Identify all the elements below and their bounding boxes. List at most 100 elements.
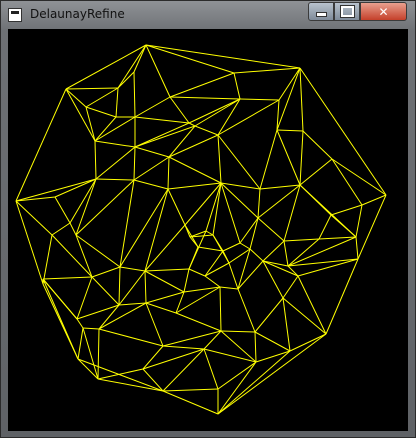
mesh-edge: [119, 188, 169, 268]
mesh-edge: [144, 270, 185, 293]
mesh-edge: [42, 234, 53, 285]
mesh-edge: [133, 146, 136, 181]
mesh-edge: [133, 179, 169, 190]
mesh-edge: [276, 67, 301, 131]
mesh-edge: [162, 330, 222, 347]
mesh-edge: [82, 327, 100, 330]
maximize-button[interactable]: [334, 2, 360, 21]
mesh-edge: [287, 238, 320, 267]
mesh-edge: [283, 240, 289, 267]
mesh-edge: [95, 146, 136, 180]
mesh-edge: [331, 158, 363, 206]
maximize-icon: [340, 6, 354, 17]
mesh-edge: [257, 184, 301, 219]
mesh-edge: [299, 184, 357, 238]
title-bar[interactable]: DelaunayRefine ✕: [1, 1, 415, 29]
close-icon: ✕: [378, 4, 389, 19]
mesh-edge: [297, 275, 327, 335]
app-window: DelaunayRefine ✕: [0, 0, 416, 438]
mesh-edge: [162, 390, 219, 415]
mesh-edge: [145, 302, 177, 314]
mesh-edge: [134, 96, 171, 118]
minimize-button[interactable]: [308, 2, 334, 21]
mesh-edge: [168, 156, 222, 184]
mesh-edge: [287, 265, 299, 277]
mesh-edge: [94, 140, 136, 148]
mesh-edge: [217, 134, 261, 190]
mesh-edge: [197, 246, 224, 252]
app-window-icon[interactable]: [8, 8, 22, 22]
mesh-edge: [183, 286, 221, 293]
mesh-edge: [119, 266, 146, 272]
mesh-edge: [217, 134, 222, 184]
mesh-edge: [169, 72, 235, 98]
mesh-edge: [282, 297, 291, 352]
mesh-edge: [91, 276, 120, 306]
mesh-edge: [85, 87, 119, 108]
mesh-edge: [94, 116, 136, 142]
mesh-edge: [94, 140, 97, 180]
mesh-edge: [98, 302, 147, 330]
mesh-edge: [65, 88, 96, 142]
render-canvas[interactable]: [8, 29, 408, 431]
mesh-edge: [15, 88, 67, 202]
mesh-edge: [220, 330, 256, 333]
mesh-edge: [233, 72, 241, 100]
mesh-edge: [302, 130, 333, 160]
mesh-edge: [255, 350, 291, 363]
mesh-edge: [262, 240, 285, 262]
mesh-edge: [167, 156, 170, 190]
mesh-edge: [77, 327, 84, 360]
close-button[interactable]: ✕: [360, 2, 407, 21]
mesh-edge: [51, 222, 71, 236]
mesh-edge: [259, 184, 301, 190]
mesh-edge: [51, 234, 93, 278]
mesh-edge: [254, 331, 257, 363]
mesh-edge: [289, 333, 327, 352]
mesh-edge: [259, 129, 278, 190]
mesh-edge: [287, 258, 359, 267]
mesh-edge: [239, 242, 251, 250]
mesh-edge: [217, 361, 257, 415]
mesh-edge: [254, 331, 291, 352]
mesh-edge: [54, 196, 71, 224]
mesh-edge: [69, 222, 77, 236]
mesh-edge: [145, 44, 171, 98]
mesh-edge: [205, 230, 214, 236]
mesh-edge: [133, 156, 170, 181]
mesh-edge: [262, 260, 284, 299]
mesh-edge: [204, 275, 221, 288]
mesh-edge: [183, 268, 190, 293]
mesh-edge: [188, 268, 206, 277]
mesh-edge: [325, 258, 359, 335]
mesh-edge: [115, 87, 119, 118]
mesh-edge: [219, 286, 222, 332]
mesh-edge: [144, 270, 147, 304]
mesh-edge: [75, 179, 135, 236]
mesh-edge: [133, 44, 147, 73]
mesh-edge: [318, 214, 332, 240]
mesh-edge: [194, 98, 241, 127]
mesh-edge: [91, 266, 121, 278]
mesh-edge: [239, 217, 259, 244]
mesh-edge: [228, 262, 239, 290]
mesh-edge: [237, 288, 256, 333]
window-title: DelaunayRefine: [30, 7, 125, 21]
mesh-edge: [65, 88, 87, 108]
mesh-edge: [175, 312, 222, 332]
mesh-edge: [205, 182, 222, 232]
mesh-edge: [249, 217, 259, 250]
mesh-edge: [299, 67, 304, 132]
mesh-edge: [355, 204, 363, 238]
mesh-edge: [167, 188, 186, 226]
mesh-edge: [95, 178, 135, 181]
mesh-edge: [134, 116, 190, 124]
mesh-edge: [283, 184, 301, 242]
mesh-edge: [145, 44, 301, 69]
mesh-edge: [330, 204, 363, 216]
mesh-edge: [282, 275, 299, 299]
mesh-edge: [249, 248, 264, 262]
mesh-edge: [54, 178, 97, 198]
mesh-edge: [318, 236, 357, 240]
mesh-edge: [219, 286, 239, 290]
